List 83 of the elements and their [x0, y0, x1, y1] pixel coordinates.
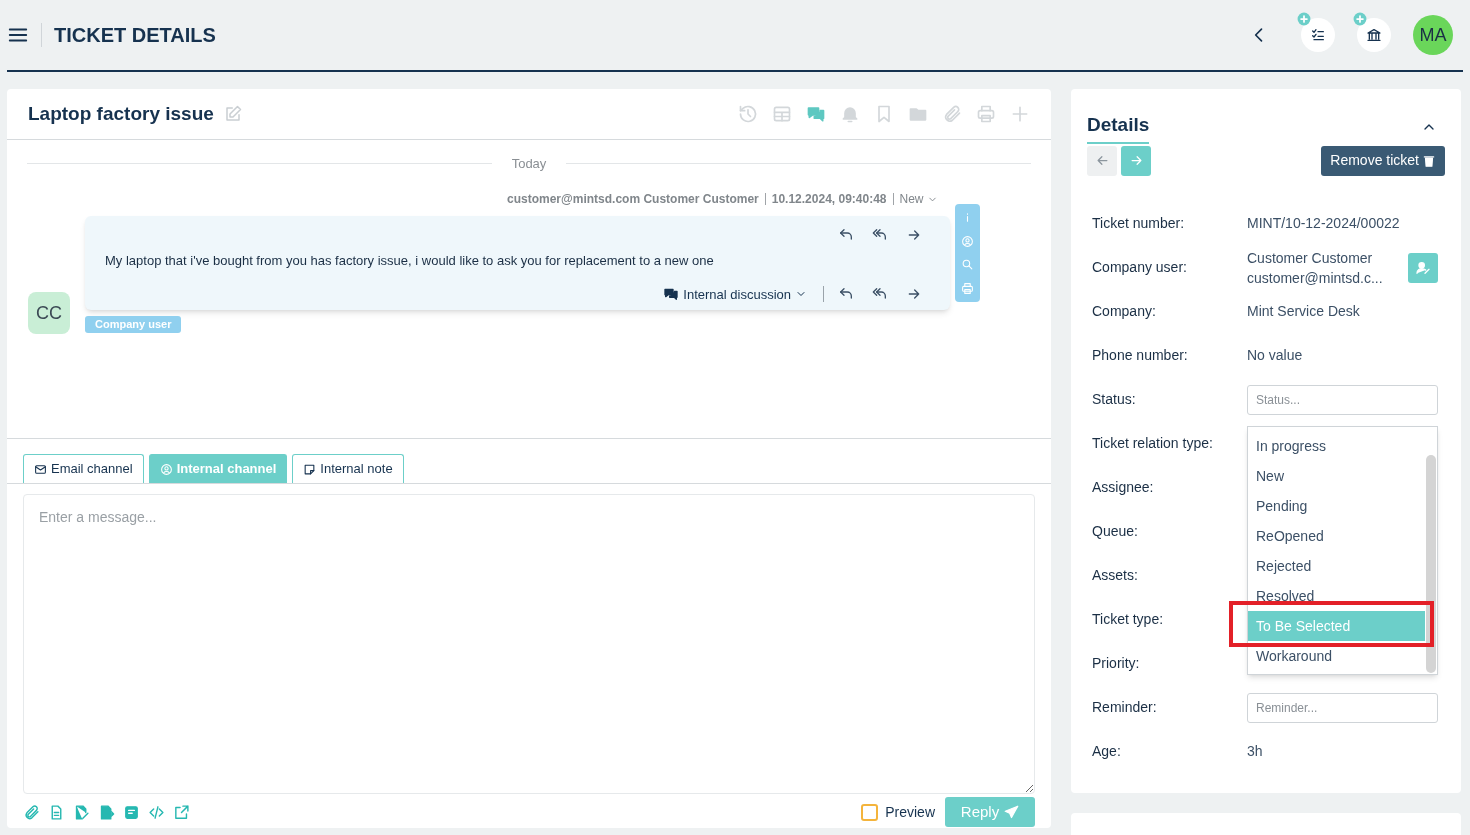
user-circle-icon	[159, 462, 173, 476]
field-input[interactable]: Status...	[1247, 384, 1438, 415]
field-label: Ticket type:	[1092, 610, 1165, 629]
bell-icon[interactable]	[840, 104, 860, 124]
paperclip-icon[interactable]	[23, 803, 40, 821]
plus-icon[interactable]	[1010, 104, 1030, 124]
next-button[interactable]	[1121, 145, 1151, 176]
trash-icon	[1422, 153, 1436, 168]
sender-name: customer@mintsd.com Customer Customer	[507, 191, 759, 208]
dropdown-option[interactable]: In progress	[1248, 431, 1425, 461]
field-label: Reminder:	[1092, 698, 1158, 717]
channel-tab[interactable]: Internal note	[292, 454, 404, 483]
remove-ticket-button[interactable]: Remove ticket	[1321, 145, 1445, 176]
file-export-icon[interactable]	[98, 803, 115, 821]
add-task-button[interactable]	[1301, 18, 1335, 52]
table-icon[interactable]	[772, 104, 792, 124]
print-icon[interactable]	[976, 104, 996, 124]
envelope-icon	[34, 462, 47, 476]
bank-icon	[1366, 27, 1382, 43]
history-icon[interactable]	[738, 104, 758, 124]
print-icon[interactable]	[961, 281, 974, 295]
discussion-dropdown[interactable]: Internal discussion	[663, 284, 807, 304]
field-input[interactable]: Reminder...	[1247, 692, 1438, 723]
plus-icon	[1353, 12, 1367, 26]
message-timestamp: 10.12.2024, 09:40:48	[771, 191, 887, 208]
note-icon	[303, 462, 317, 476]
user-avatar: CC	[28, 292, 70, 334]
field-label: Assignee:	[1092, 478, 1155, 497]
field-label: Priority:	[1092, 654, 1141, 673]
field-label: Assets:	[1092, 566, 1139, 585]
field-value: MINT/10-12-2024/00022	[1247, 214, 1400, 233]
message-input[interactable]: Enter a message...	[23, 494, 1035, 794]
forward-icon[interactable]	[906, 227, 922, 243]
field-label: Ticket relation type:	[1092, 434, 1214, 453]
dropdown-option[interactable]: Pending	[1248, 491, 1425, 521]
field-label: Status:	[1092, 390, 1137, 409]
dropdown-option[interactable]: Rejected	[1248, 551, 1425, 581]
send-icon	[1004, 804, 1020, 820]
user-avatar[interactable]: MA	[1413, 15, 1453, 55]
field-label: Age:	[1092, 742, 1122, 761]
previous-button[interactable]	[1087, 145, 1117, 176]
channel-tab[interactable]: Email channel	[23, 454, 144, 483]
template-icon[interactable]	[123, 803, 140, 821]
preview-checkbox[interactable]	[861, 803, 879, 821]
dropdown-option[interactable]: ReOpened	[1248, 521, 1425, 551]
external-link-icon[interactable]	[173, 803, 190, 821]
dropdown-option[interactable]: Workaround	[1248, 641, 1425, 671]
status-dropdown[interactable]: New	[899, 190, 938, 208]
field-label: Queue:	[1092, 522, 1139, 541]
preview-label: Preview	[885, 802, 935, 822]
chat-icon	[663, 286, 680, 303]
field-label: Company user:	[1092, 258, 1188, 277]
edit-user-button[interactable]	[1408, 252, 1438, 283]
checklist-icon	[1310, 27, 1326, 43]
edit-icon[interactable]	[223, 105, 242, 123]
field-value: No value	[1247, 346, 1303, 365]
reply-icon[interactable]	[838, 227, 854, 243]
chat-icon[interactable]	[806, 104, 826, 124]
dropdown-option[interactable]: New	[1248, 461, 1425, 491]
date-divider: Today	[511, 155, 547, 173]
user-edit-icon	[1415, 259, 1431, 276]
search-icon[interactable]	[961, 258, 974, 272]
user-circle-icon[interactable]	[961, 234, 974, 248]
field-label: Company:	[1092, 302, 1157, 321]
reply-all-icon[interactable]	[872, 227, 888, 243]
add-institution-button[interactable]	[1357, 18, 1391, 52]
details-title: Details	[1087, 111, 1150, 144]
field-value: customer@mintsd.c...	[1247, 268, 1384, 288]
code-icon[interactable]	[148, 803, 165, 821]
attach-icon[interactable]	[942, 104, 962, 124]
field-value: Mint Service Desk	[1247, 302, 1360, 321]
field-value: 3h	[1247, 742, 1263, 761]
plus-icon	[1297, 12, 1311, 26]
field-value: Customer Customer	[1247, 248, 1374, 268]
field-label: Phone number:	[1092, 346, 1189, 365]
arrow-right-icon	[1128, 153, 1144, 168]
arrow-left-icon	[1094, 153, 1110, 168]
dropdown-option[interactable]: Resolved	[1248, 581, 1425, 611]
role-badge: Company user	[85, 316, 182, 333]
message-text: My laptop that i've bought from you has factory issue, i would like to ask you for replacement to a new one	[105, 252, 715, 270]
page-title: TICKET DETAILS	[54, 23, 216, 48]
ticket-title: Laptop factory issue	[28, 101, 214, 126]
field-label: Ticket number:	[1092, 214, 1186, 233]
